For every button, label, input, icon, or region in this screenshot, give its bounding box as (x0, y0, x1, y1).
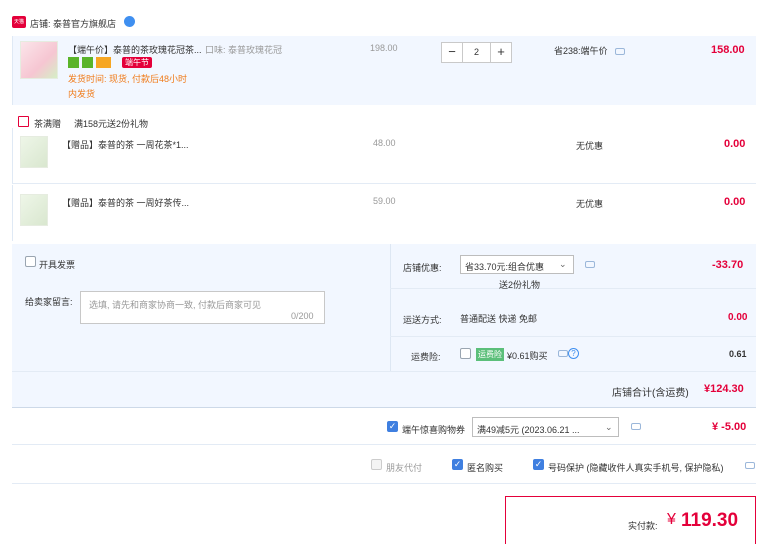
shop-discount-select[interactable]: 省33.70元:组合优惠 ⌄ (460, 255, 574, 274)
shop-discount-value: 省33.70元:组合优惠 (465, 262, 545, 272)
chevron-down-icon: ⌄ (559, 259, 567, 269)
tag-card-icon (96, 57, 111, 68)
delivery-amount: 0.00 (728, 312, 748, 323)
pay-amount: 119.30 (681, 510, 739, 531)
gift-price: 59.00 (373, 196, 396, 206)
anonymous-label: 匿名购买 (467, 463, 504, 473)
message-placeholder: 选填, 请先和商家协商一致, 付款后商家可见 (89, 300, 262, 310)
unit-price: 198.00 (370, 43, 398, 53)
shop-total-amount: ¥124.30 (704, 383, 744, 395)
friend-pay-checkbox[interactable] (371, 459, 382, 470)
coupon-row (12, 409, 756, 445)
wangwang-chat-icon[interactable] (124, 16, 135, 27)
gift-title-link[interactable]: 【赠品】泰普的茶 一周花茶*1... (62, 138, 189, 151)
comment-icon[interactable] (585, 261, 595, 268)
gift-box-icon (18, 116, 29, 127)
payment-summary-box: 实付款: ¥ 119.30 (505, 496, 756, 544)
message-label: 给卖家留言: (25, 297, 73, 307)
friend-pay-label: 朋友代付 (386, 463, 423, 473)
ship-time-line1: 发货时间: 现货, 付款后48小时 (68, 74, 188, 84)
coupon-select[interactable]: 满49减5元 (2023.06.21 ... ⌄ (472, 417, 619, 437)
shop-name-link[interactable]: 店铺: 泰普官方旗舰店 (30, 17, 116, 30)
qty-value[interactable]: 2 (463, 43, 490, 62)
privacy-label: 号码保护 (隐藏收件人真实手机号, 保护隐私) (548, 463, 724, 473)
invoice-label: 开具发票 (39, 260, 76, 270)
product-flavor: 口味: 泰普玫瑰花冠 (205, 45, 283, 55)
coupon-value: 满49减5元 (2023.06.21 ... (477, 425, 580, 435)
message-counter: 0/200 (291, 311, 314, 321)
tmall-shop-icon: 天猫 (12, 16, 26, 28)
shop-discount-amount: -33.70 (712, 259, 744, 271)
gift-row (12, 185, 756, 241)
comment-icon[interactable] (745, 462, 755, 469)
gift-thumbnail[interactable] (20, 136, 48, 168)
gift-thumbnail[interactable] (20, 194, 48, 226)
comment-icon[interactable] (631, 423, 641, 430)
gift-title-link[interactable]: 【赠品】泰普的茶 一周好茶传... (62, 196, 189, 209)
gift-promo: 无优惠 (576, 199, 604, 209)
item-subtotal: 158.00 (711, 44, 745, 56)
shop-total-label: 店铺合计(含运费) (612, 388, 689, 399)
chevron-down-icon: ⌄ (605, 422, 613, 432)
product-thumbnail[interactable] (20, 41, 58, 79)
quantity-stepper: − 2 + (441, 42, 512, 63)
qty-increase-button[interactable]: + (490, 43, 511, 62)
insurance-price: ¥0.61购买 (507, 351, 548, 361)
gift-subtotal: 0.00 (724, 196, 746, 208)
insurance-label: 运费险: (411, 352, 441, 362)
anonymous-checkbox[interactable]: ✓ (452, 459, 463, 470)
comment-icon[interactable] (558, 350, 568, 357)
comment-icon[interactable] (615, 48, 625, 55)
gift-note: 送2份礼物 (499, 280, 541, 290)
festival-badge: 端午节 (122, 57, 152, 68)
insurance-checkbox[interactable] (460, 348, 471, 359)
invoice-checkbox[interactable] (25, 256, 36, 267)
coupon-label: 端午惊喜购物券 (402, 425, 466, 435)
insurance-tag: 运费险 (476, 348, 504, 361)
gift-row (12, 128, 756, 184)
seller-message-input[interactable]: 选填, 请先和商家协商一致, 付款后商家可见 0/200 (80, 291, 325, 324)
options-divider (390, 244, 391, 372)
delivery-label: 运送方式: (403, 315, 442, 325)
product-title-link[interactable]: 【端午价】泰普的茶玫瑰花冠茶... (68, 43, 202, 56)
ship-time-line2: 内发货 (68, 89, 96, 99)
shop-discount-label: 店铺优惠: (403, 263, 442, 273)
tag-7-icon (68, 57, 79, 68)
gift-subtotal: 0.00 (724, 138, 746, 150)
coupon-amount: ¥ -5.00 (712, 421, 747, 433)
insurance-amount: 0.61 (729, 349, 747, 359)
save-note: 省238:端午价 (554, 46, 608, 56)
help-icon[interactable]: ? (568, 348, 579, 359)
pay-currency: ¥ (667, 511, 676, 528)
gift-price: 48.00 (373, 138, 396, 148)
delivery-method: 普通配送 快递 免邮 (460, 314, 538, 324)
gift-promo: 无优惠 (576, 141, 604, 151)
privacy-checkbox[interactable]: ✓ (533, 459, 544, 470)
qty-decrease-button[interactable]: − (442, 43, 463, 62)
pay-label: 实付款: (628, 521, 658, 531)
tag-gift-icon (82, 57, 93, 68)
coupon-checkbox[interactable]: ✓ (387, 421, 398, 432)
